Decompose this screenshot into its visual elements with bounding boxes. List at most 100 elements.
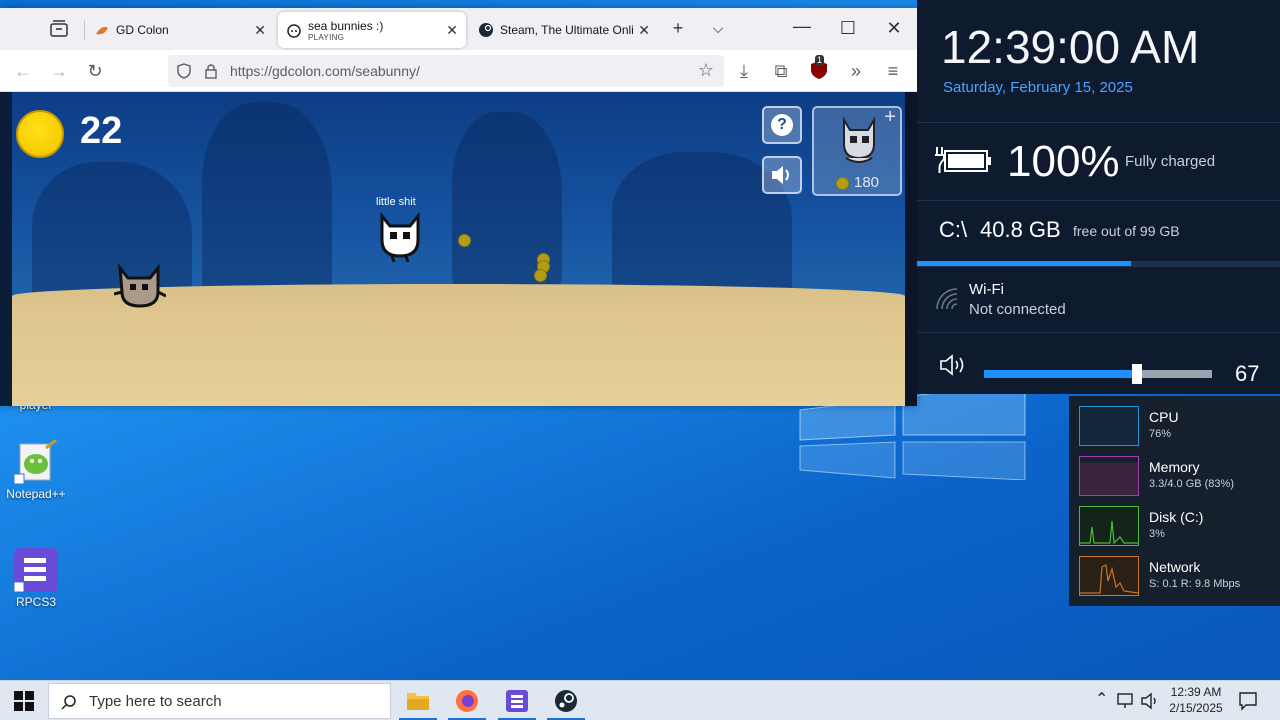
taskbar-steam[interactable] — [543, 681, 589, 720]
memory-graph — [1079, 456, 1139, 496]
scrollbar-right[interactable] — [905, 92, 917, 406]
tab-sea-bunnies[interactable]: sea bunnies :) PLAYING ✕ — [278, 12, 466, 48]
battery-charging-icon — [935, 147, 991, 173]
bunny-price: 180 — [854, 174, 880, 191]
floating-coin[interactable] — [458, 234, 471, 247]
desktop-icon-notepadpp[interactable]: Notepad++ — [0, 438, 74, 501]
battery-status: Fully charged — [1125, 153, 1216, 170]
sea-bunny-favicon — [287, 24, 301, 38]
perf-value: 3.3/4.0 GB (83%) — [1149, 478, 1234, 490]
tab-bar: GD Colon ✕ sea bunnies :) PLAYING ✕ Stea… — [0, 8, 917, 50]
volume-tray-icon[interactable] — [1141, 692, 1161, 710]
help-button[interactable]: ? — [762, 106, 802, 144]
windows-start-icon[interactable] — [14, 691, 34, 711]
tab-title: Steam, The Ultimate Onli — [500, 23, 634, 37]
page-content: 22 ? + 180 little shit — [0, 92, 917, 406]
nav-bar: ← → ↻ https://gdcolon.com/seabunny/ ☆ ⤓ … — [0, 50, 917, 92]
maximize-button[interactable]: ☐ — [836, 18, 860, 39]
coin-counter: 22 — [80, 110, 123, 152]
firefox-view-icon[interactable] — [48, 18, 70, 40]
tab-separator — [84, 20, 85, 40]
steam-icon — [555, 690, 577, 712]
reload-icon[interactable]: ↻ — [84, 60, 106, 82]
url-bar[interactable]: https://gdcolon.com/seabunny/ ☆ — [168, 55, 724, 87]
volume-slider-thumb[interactable] — [1131, 364, 1142, 384]
taskbar-firefox[interactable] — [444, 681, 490, 720]
bookmark-star-icon[interactable]: ☆ — [698, 60, 714, 81]
perf-network[interactable]: Network S: 0.1 R: 9.8 Mbps — [1069, 551, 1280, 601]
close-tab-icon[interactable]: ✕ — [254, 22, 266, 39]
coin-icon — [16, 110, 64, 158]
close-window-button[interactable]: ✕ — [882, 18, 906, 39]
tray-chevron-up-icon[interactable]: ⌃ — [1095, 689, 1108, 709]
battery-widget: 100% Fully charged — [917, 122, 1280, 200]
desktop-icon-rpcs3[interactable]: RPCS3 — [0, 548, 74, 609]
tab-playing-label: PLAYING — [308, 32, 345, 42]
forward-arrow-icon[interactable]: → — [48, 60, 70, 82]
notification-center-icon[interactable] — [1238, 691, 1258, 711]
system-widget-panel: 12:39:00 AM Saturday, February 15, 2025 … — [917, 0, 1280, 394]
perf-value: S: 0.1 R: 9.8 Mbps — [1149, 578, 1241, 590]
new-tab-button[interactable]: + — [666, 18, 690, 39]
overflow-chevrons-icon[interactable]: » — [845, 60, 867, 82]
perf-value: 76% — [1149, 428, 1172, 440]
floating-coin[interactable] — [534, 269, 547, 282]
clock-time: 12:39:00 AM — [941, 21, 1200, 73]
performance-monitor: CPU 76% Memory 3.3/4.0 GB (83%) Disk (C:… — [1069, 396, 1280, 606]
tab-title: sea bunnies :) — [308, 18, 384, 33]
extensions-icon[interactable]: ⧉ — [770, 60, 792, 82]
taskbar-search-box[interactable]: Type here to search — [48, 683, 391, 719]
perf-label: CPU — [1149, 409, 1179, 425]
taskbar-file-explorer[interactable] — [395, 681, 441, 720]
buy-bunny-card[interactable]: + 180 — [812, 106, 902, 196]
sound-button[interactable] — [762, 156, 802, 194]
wifi-widget: Wi-Fi Not connected — [917, 266, 1280, 332]
folder-icon — [407, 693, 429, 710]
menu-hamburger-icon[interactable]: ≡ — [882, 60, 904, 82]
player-bunny-sprite[interactable] — [376, 212, 424, 262]
close-tab-icon[interactable]: ✕ — [446, 22, 458, 39]
perf-value: 3% — [1149, 528, 1165, 540]
list-tabs-chevron-icon[interactable]: ⌵ — [706, 20, 730, 37]
npc-bunny-sprite — [114, 264, 166, 308]
speaker-volume-icon[interactable] — [939, 353, 967, 377]
tray-date: 2/15/2025 — [1169, 701, 1223, 715]
speaker-icon — [772, 166, 789, 184]
tab-steam[interactable]: Steam, The Ultimate Onli ✕ — [470, 12, 658, 48]
network-tray-icon[interactable] — [1117, 692, 1137, 710]
help-icon: ? — [771, 114, 793, 136]
disk-drive-label: C:\ — [939, 217, 968, 242]
close-tab-icon[interactable]: ✕ — [638, 22, 650, 39]
wifi-status: Not connected — [969, 301, 1066, 318]
tab-gdcolon[interactable]: GD Colon ✕ — [86, 12, 274, 48]
perf-label: Disk (C:) — [1149, 509, 1204, 525]
cpu-graph — [1079, 406, 1139, 446]
clock-date: Saturday, February 15, 2025 — [943, 79, 1133, 96]
search-icon — [61, 695, 76, 710]
rpcs3-icon — [13, 548, 58, 593]
perf-disk[interactable]: Disk (C:) 3% — [1069, 501, 1280, 551]
disk-widget: C:\ 40.8 GB free out of 99 GB — [917, 200, 1280, 266]
rpcs3-app-icon — [506, 690, 528, 712]
perf-memory[interactable]: Memory 3.3/4.0 GB (83%) — [1069, 451, 1280, 501]
disk-capacity-detail: free out of 99 GB — [1073, 223, 1180, 239]
downloads-icon[interactable]: ⤓ — [733, 60, 755, 82]
ublock-icon[interactable]: 1 — [808, 55, 830, 82]
firefox-window: GD Colon ✕ sea bunnies :) PLAYING ✕ Stea… — [0, 8, 917, 406]
gdcolon-favicon — [96, 26, 108, 35]
battery-percent: 100% — [1007, 137, 1120, 186]
taskbar-rpcs3[interactable] — [494, 681, 540, 720]
network-graph — [1079, 556, 1139, 596]
price-coin-icon — [836, 177, 849, 190]
perf-cpu[interactable]: CPU 76% — [1069, 401, 1280, 451]
minimize-button[interactable]: — — [790, 16, 814, 37]
shield-icon — [177, 63, 191, 79]
sea-bunny-game-canvas[interactable]: 22 ? + 180 little shit — [12, 92, 905, 406]
back-arrow-icon[interactable]: ← — [12, 60, 34, 82]
volume-widget: 67 — [917, 332, 1280, 394]
volume-slider[interactable] — [984, 370, 1212, 378]
wifi-icon — [936, 288, 958, 310]
disk-graph — [1079, 506, 1139, 546]
tray-clock[interactable]: 12:39 AM 2/15/2025 — [1160, 684, 1232, 716]
desktop-icon-label: Notepad++ — [6, 487, 66, 501]
